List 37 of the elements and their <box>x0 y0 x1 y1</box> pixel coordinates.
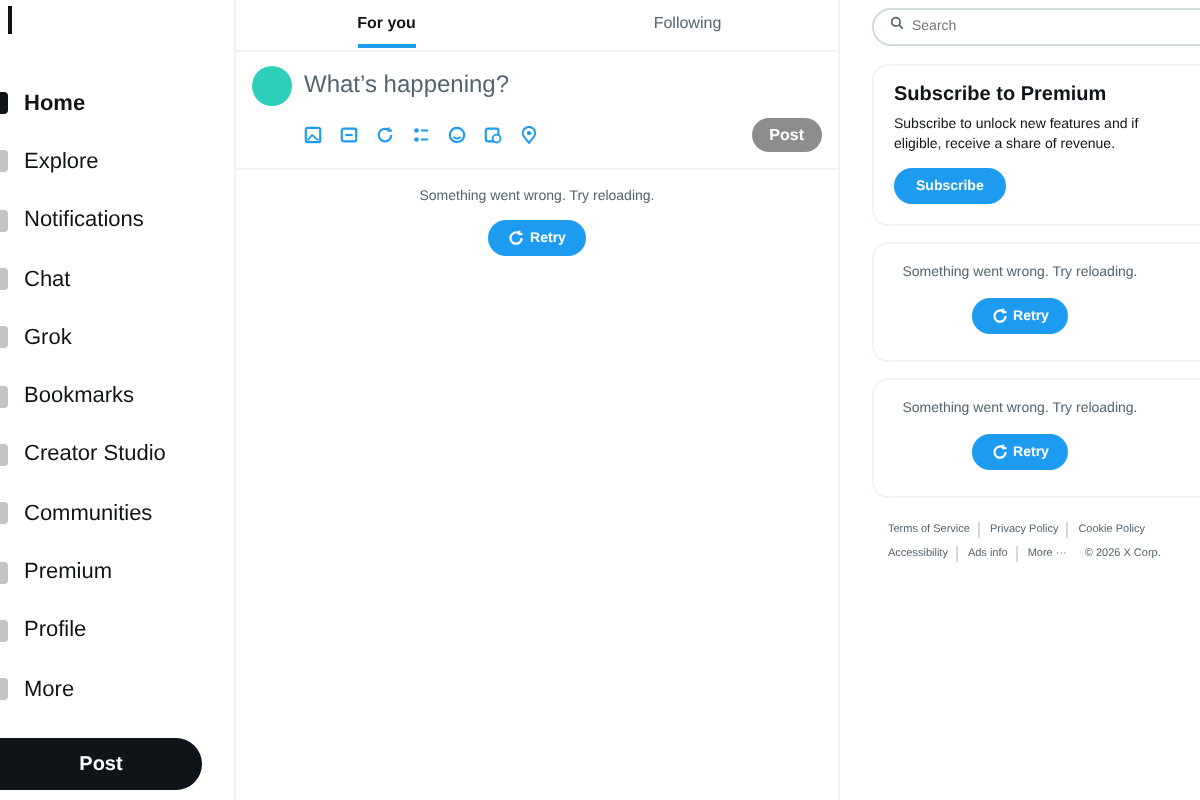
nav-item[interactable]: Communities <box>0 484 234 543</box>
location-pin-icon[interactable] <box>520 126 538 144</box>
nav-icon <box>0 385 8 408</box>
nav-item[interactable]: Chat <box>0 249 234 309</box>
nav-icon <box>0 561 8 584</box>
calendar-icon[interactable] <box>484 126 502 144</box>
nav-icon <box>0 268 8 291</box>
avatar[interactable] <box>252 66 292 106</box>
image-icon[interactable] <box>304 126 322 144</box>
feed-tab[interactable]: Following <box>537 0 838 50</box>
nav-icon <box>0 443 8 466</box>
nav-icon <box>0 92 8 115</box>
search-icon <box>890 16 904 30</box>
nav-item[interactable]: Grok <box>0 308 234 367</box>
feed-tab[interactable]: For you <box>236 0 537 50</box>
card-title: Subscribe to Premium <box>894 84 1107 106</box>
nav-item[interactable]: Profile <box>0 601 234 660</box>
nav-item[interactable]: Creator Studio <box>0 425 234 485</box>
emoji-icon[interactable] <box>448 126 466 144</box>
nav-icon <box>0 150 8 173</box>
nav-item[interactable]: Home <box>0 74 234 133</box>
refresh-icon[interactable] <box>376 126 394 144</box>
nav-icon <box>0 619 8 642</box>
refresh-icon <box>991 308 1008 324</box>
nav-item[interactable]: Explore <box>0 132 234 192</box>
nav-icon <box>0 502 8 525</box>
post-button[interactable]: Post <box>0 738 202 791</box>
nav-icon <box>0 209 8 232</box>
nav-item[interactable]: Premium <box>0 542 234 602</box>
nav-item[interactable]: Bookmarks <box>0 366 234 426</box>
refresh-icon <box>991 444 1008 460</box>
nav-item[interactable]: Notifications <box>0 191 234 250</box>
poll-icon[interactable] <box>412 126 430 144</box>
nav-icon <box>0 678 8 701</box>
nav-icon <box>0 326 8 349</box>
nav-item[interactable]: More <box>0 659 234 719</box>
refresh-icon <box>508 230 525 246</box>
